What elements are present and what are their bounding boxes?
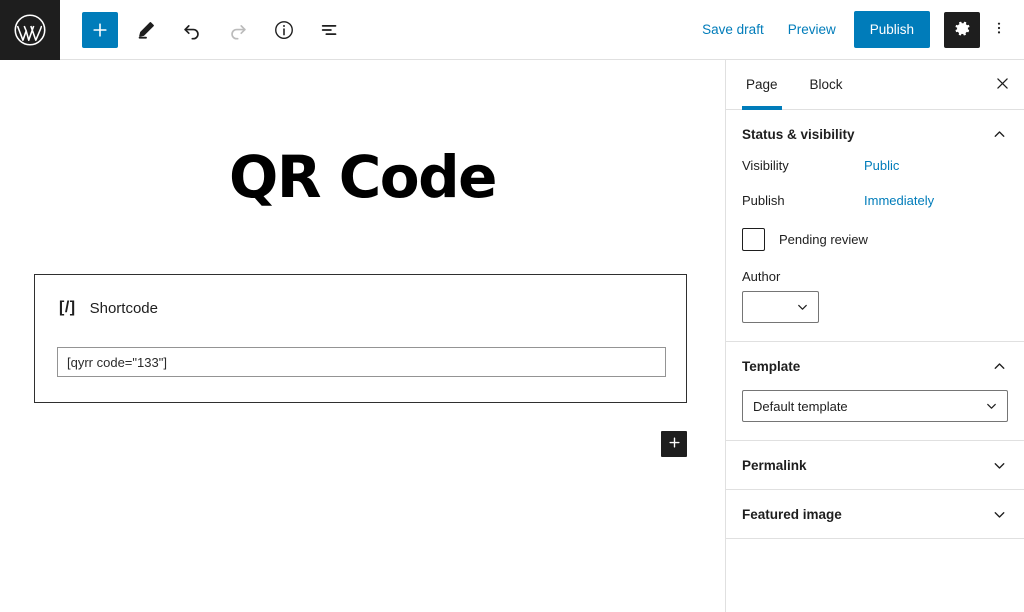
author-label: Author [742, 269, 781, 284]
tab-page[interactable]: Page [730, 60, 794, 110]
close-icon [994, 75, 1011, 95]
info-icon [273, 19, 295, 41]
panel-status-and-visibility-body: Visibility Public Publish Immediately Pe… [726, 158, 1024, 341]
panel-template: Template Default template [726, 342, 1024, 441]
tab-block[interactable]: Block [794, 60, 859, 109]
shortcode-icon: [/] [59, 299, 76, 316]
panel-permalink: Permalink [726, 441, 1024, 490]
shortcode-block[interactable]: [/] Shortcode [34, 274, 687, 403]
publish-date-value-button[interactable]: Immediately [864, 193, 934, 208]
panel-template-body: Default template [726, 390, 1024, 440]
pending-review-label[interactable]: Pending review [779, 232, 868, 247]
block-editor-app: Save draft Preview Publish QR Code [/] S… [0, 0, 1024, 612]
chevron-down-icon [991, 506, 1008, 523]
shortcode-input[interactable] [57, 347, 666, 377]
visibility-value-button[interactable]: Public [864, 158, 899, 173]
gear-icon [953, 19, 972, 41]
chevron-up-icon [991, 358, 1008, 375]
wordpress-logo-button[interactable] [0, 0, 60, 60]
panel-template-toggle[interactable]: Template [726, 342, 1024, 390]
template-select[interactable]: Default template [742, 390, 1008, 422]
undo-icon [181, 19, 203, 41]
editor-body: QR Code [/] Shortcode Page Blo [0, 60, 1024, 612]
visibility-label: Visibility [742, 158, 789, 173]
page-title[interactable]: QR Code [0, 148, 725, 206]
options-menu-button[interactable] [984, 12, 1014, 48]
panel-title: Permalink [742, 457, 807, 473]
redo-icon [227, 19, 249, 41]
header-spacer [358, 0, 690, 59]
add-block-button[interactable] [82, 11, 118, 48]
panel-title: Featured image [742, 506, 842, 522]
visibility-row: Visibility Public [742, 158, 1008, 173]
panel-featured-image: Featured image [726, 490, 1024, 539]
panel-title: Status & visibility [742, 126, 855, 142]
publish-date-row: Publish Immediately [742, 193, 1008, 208]
append-block-button[interactable] [661, 431, 687, 457]
editor-canvas[interactable]: QR Code [/] Shortcode [0, 60, 725, 612]
template-select-value: Default template [753, 398, 848, 414]
list-view-icon [319, 19, 341, 41]
panel-permalink-toggle[interactable]: Permalink [726, 441, 1024, 489]
pencil-icon [135, 19, 157, 41]
list-view-button[interactable] [312, 12, 348, 48]
shortcode-block-header: [/] Shortcode [35, 275, 686, 317]
chevron-down-icon [795, 300, 810, 315]
settings-sidebar: Page Block Status & visibility Visibilit… [725, 60, 1024, 612]
preview-button[interactable]: Preview [776, 14, 848, 45]
header-right-toolbar: Save draft Preview Publish [690, 0, 1024, 59]
chevron-down-icon [984, 399, 999, 414]
author-select[interactable] [742, 291, 819, 323]
editor-header: Save draft Preview Publish [0, 0, 1024, 60]
plus-icon [667, 435, 682, 453]
details-button[interactable] [266, 12, 302, 48]
pending-review-checkbox[interactable] [742, 228, 765, 251]
kebab-menu-icon [990, 19, 1008, 40]
publish-button[interactable]: Publish [853, 11, 930, 48]
save-draft-button[interactable]: Save draft [690, 14, 776, 45]
chevron-down-icon [991, 457, 1008, 474]
wordpress-logo-icon [13, 13, 47, 47]
panel-status-and-visibility: Status & visibility Visibility Public Pu… [726, 110, 1024, 342]
header-left-toolbar [60, 0, 358, 59]
publish-label: Publish [742, 193, 785, 208]
sidebar-tab-bar: Page Block [726, 60, 1024, 110]
edit-mode-button[interactable] [128, 12, 164, 48]
undo-button[interactable] [174, 12, 210, 48]
redo-button[interactable] [220, 12, 256, 48]
panel-title: Template [742, 358, 801, 374]
shortcode-block-label: Shortcode [89, 299, 158, 317]
pending-review-row: Pending review [742, 228, 1008, 251]
author-field: Author [742, 269, 1008, 323]
close-sidebar-button[interactable] [980, 60, 1024, 109]
panel-featured-image-toggle[interactable]: Featured image [726, 490, 1024, 538]
settings-button[interactable] [944, 11, 980, 48]
plus-icon [90, 20, 110, 40]
panel-status-and-visibility-toggle[interactable]: Status & visibility [726, 110, 1024, 158]
chevron-up-icon [991, 126, 1008, 143]
